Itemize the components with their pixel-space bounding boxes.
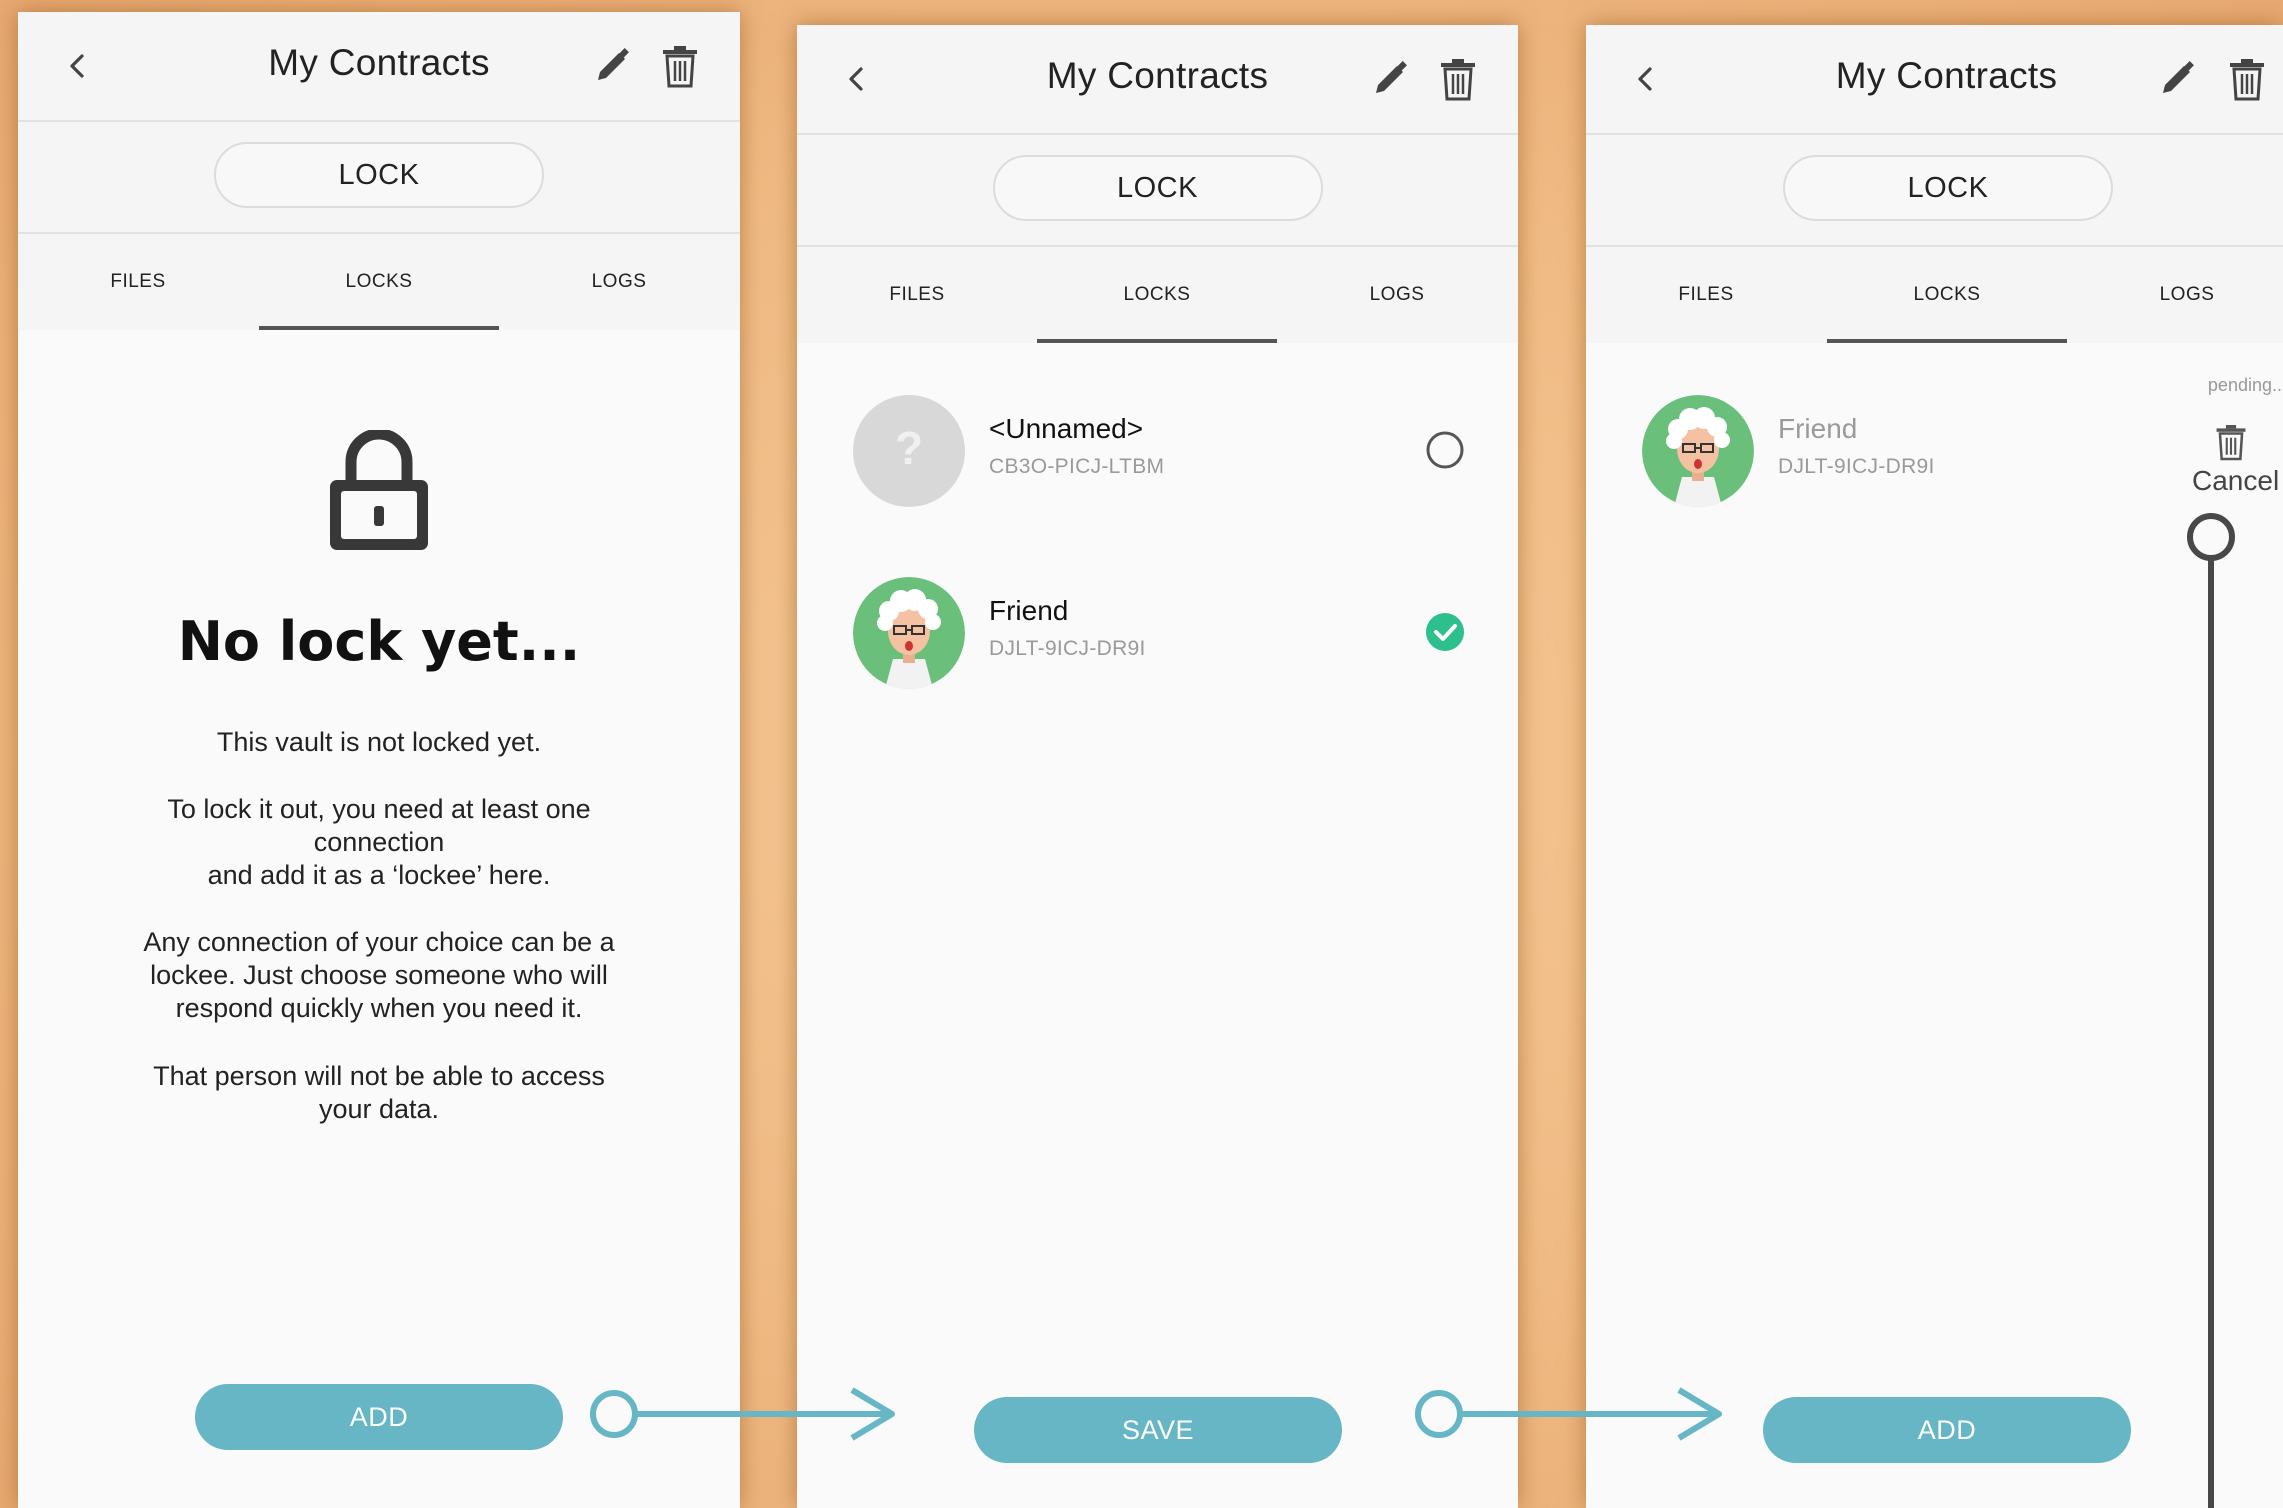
tab-logs[interactable]: LOGS xyxy=(1277,247,1517,343)
empty-paragraph-2: To lock it out, you need at least one co… xyxy=(108,793,650,892)
text-line: That person will not be able to access xyxy=(153,1061,605,1091)
text-line: connection xyxy=(313,827,445,857)
text-line: and add it as a ‘lockee’ here. xyxy=(207,860,551,890)
empty-title: No lock yet... xyxy=(177,610,581,673)
cancel-label: Cancel xyxy=(2192,465,2280,496)
avatar-placeholder: ? xyxy=(894,422,924,474)
pencil-icon[interactable] xyxy=(1370,59,1410,99)
tab-files[interactable]: FILES xyxy=(797,247,1037,343)
empty-paragraph-1: This vault is not locked yet. xyxy=(108,726,650,759)
tab-bar: FILES LOCKS LOGS xyxy=(797,247,1518,343)
lock-row: LOCK xyxy=(797,135,1518,247)
tab-locks[interactable]: LOCKS xyxy=(1037,247,1277,343)
add-button[interactable]: ADD xyxy=(1763,1397,2131,1463)
text-line: To lock it out, you need at least one xyxy=(167,794,591,824)
add-button[interactable]: ADD xyxy=(195,1384,563,1450)
lockee-list: Friend DJLT-9ICJ-DR9I pending... Cancel xyxy=(1586,343,2283,1508)
text-line: This vault is not locked yet. xyxy=(216,727,542,757)
tab-bar: FILES LOCKS LOGS xyxy=(18,234,740,330)
app-bar: My Contracts xyxy=(797,25,1518,135)
save-button[interactable]: SAVE xyxy=(974,1397,1342,1463)
lock-button[interactable]: LOCK xyxy=(992,155,1323,221)
trash-icon[interactable] xyxy=(2227,57,2267,101)
status-badge: pending... xyxy=(2207,375,2283,395)
screen-empty-locks: My Contracts LOCK FILES LOCKS LOGS No lo… xyxy=(18,12,740,1508)
contact-id: CB3O-PICJ-LTBM xyxy=(989,455,1165,478)
screen-lockee-pending: My Contracts LOCK FILES LOCKS LOGS Frien… xyxy=(1586,25,2283,1508)
empty-paragraph-4: That person will not be able to access y… xyxy=(108,1060,650,1126)
tab-files[interactable]: FILES xyxy=(1586,247,1826,343)
tab-locks[interactable]: LOCKS xyxy=(1827,247,2067,343)
avatar xyxy=(1642,395,1754,507)
tab-locks[interactable]: LOCKS xyxy=(259,234,499,330)
check-circle-icon[interactable] xyxy=(1425,612,1465,652)
tab-logs[interactable]: LOGS xyxy=(499,234,739,330)
trash-icon[interactable] xyxy=(1438,57,1478,101)
text-line: respond quickly when you need it. xyxy=(175,993,583,1023)
tab-bar: FILES LOCKS LOGS xyxy=(1586,247,2283,343)
lock-row: LOCK xyxy=(1586,135,2283,247)
padlock-icon xyxy=(326,428,432,552)
contact-name: Friend xyxy=(1778,413,1858,444)
avatar xyxy=(853,577,965,689)
tab-files[interactable]: FILES xyxy=(18,234,258,330)
avatar: ? xyxy=(853,395,965,507)
empty-paragraph-3: Any connection of your choice can be a l… xyxy=(108,926,650,1025)
trash-icon[interactable] xyxy=(660,44,700,88)
lock-row: LOCK xyxy=(18,122,740,234)
trash-icon xyxy=(2214,423,2248,461)
lock-button[interactable]: LOCK xyxy=(1783,155,2113,221)
locks-empty-state: No lock yet... This vault is not locked … xyxy=(18,330,740,1508)
cancel-lockee-button[interactable]: Cancel xyxy=(2180,423,2283,503)
lock-button[interactable]: LOCK xyxy=(214,142,544,208)
radio-unchecked-icon[interactable] xyxy=(1425,430,1465,470)
pencil-icon[interactable] xyxy=(592,46,632,86)
pencil-icon[interactable] xyxy=(2157,59,2197,99)
text-line: your data. xyxy=(318,1094,440,1124)
contact-name: <Unnamed> xyxy=(989,413,1144,444)
list-item[interactable]: Friend DJLT-9ICJ-DR9I xyxy=(797,525,1518,705)
text-line: lockee. Just choose someone who will xyxy=(150,960,608,990)
text-line: Any connection of your choice can be a xyxy=(143,927,615,957)
list-item: Friend DJLT-9ICJ-DR9I pending... Cancel xyxy=(1586,343,2283,523)
contact-id: DJLT-9ICJ-DR9I xyxy=(989,637,1146,660)
screen-select-lockee: My Contracts LOCK FILES LOCKS LOGS ? <Un… xyxy=(797,25,1518,1508)
list-item[interactable]: ? <Unnamed> CB3O-PICJ-LTBM xyxy=(797,343,1518,523)
tab-logs[interactable]: LOGS xyxy=(2067,247,2283,343)
app-bar: My Contracts xyxy=(1586,25,2283,135)
contact-id: DJLT-9ICJ-DR9I xyxy=(1778,455,1935,478)
app-bar: My Contracts xyxy=(18,12,740,122)
contact-list: ? <Unnamed> CB3O-PICJ-LTBM Friend DJLT-9… xyxy=(797,343,1518,1508)
contact-name: Friend xyxy=(989,595,1069,626)
